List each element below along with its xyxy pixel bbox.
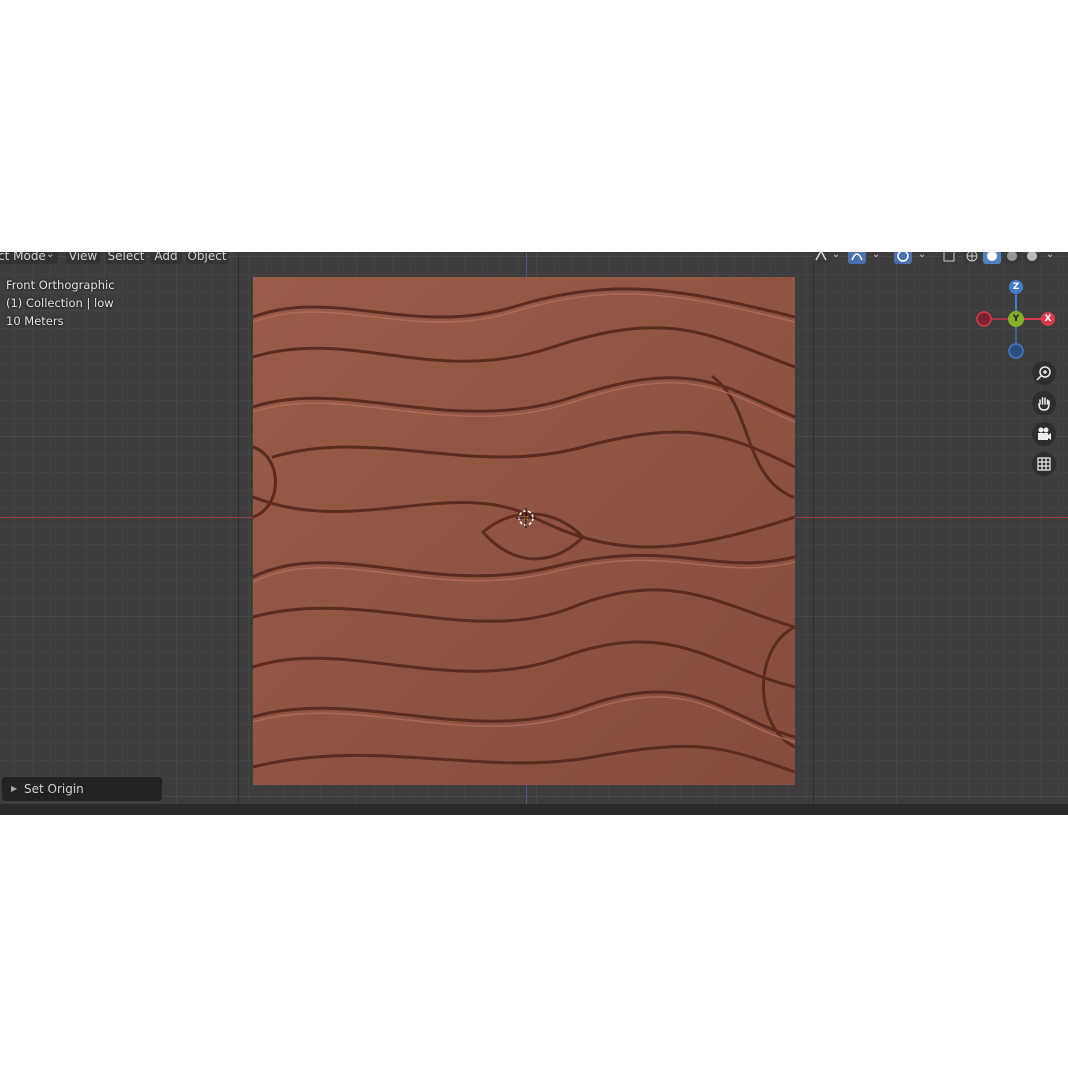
viewport-border-right — [813, 252, 814, 803]
snap-button[interactable] — [848, 252, 866, 264]
solid-sphere-icon — [987, 252, 997, 261]
menu-add[interactable]: Add — [150, 252, 182, 264]
transform-pivot-button[interactable] — [812, 252, 830, 264]
overlays-button[interactable] — [894, 252, 912, 264]
pan-button[interactable] — [1032, 391, 1056, 415]
pivot-icon — [815, 252, 827, 261]
camera-icon — [1038, 427, 1051, 440]
viewport-border-left — [238, 252, 239, 803]
menu-view[interactable]: View — [66, 252, 100, 264]
material-sphere-icon — [1007, 252, 1017, 261]
3d-viewport[interactable]: ct Mode ⌄ View Select Add Object ⌄ ⌄ ⌄ ⌄… — [0, 252, 1068, 815]
gizmo-axis-z[interactable]: Z — [1009, 280, 1023, 294]
wood-relief-texture — [253, 277, 795, 785]
chevron-down-icon: ⌄ — [46, 252, 55, 260]
zoom-button[interactable] — [1032, 361, 1056, 385]
menu-select-label: Select — [107, 252, 145, 263]
gizmo-axis-y[interactable]: Y — [1008, 311, 1024, 327]
camera-view-button[interactable] — [1032, 422, 1056, 446]
xray-button[interactable] — [940, 252, 958, 264]
grid-scale: 10 Meters — [6, 314, 64, 328]
texture-plane-object[interactable] — [253, 277, 795, 785]
rendered-sphere-icon — [1027, 252, 1037, 261]
last-operation-label: Set Origin — [24, 782, 84, 796]
rendered-shading-button[interactable] — [1023, 252, 1041, 264]
material-shading-button[interactable] — [1003, 252, 1021, 264]
menu-object[interactable]: Object — [186, 252, 228, 264]
menu-add-label: Add — [154, 252, 178, 263]
chevron-down-icon: ⌄ — [832, 252, 841, 260]
wireframe-sphere-icon — [966, 252, 978, 262]
gizmo-axis-x[interactable]: X — [1041, 312, 1055, 326]
zoom-icon — [1036, 366, 1051, 381]
snap-icon — [851, 253, 863, 261]
menu-select[interactable]: Select — [106, 252, 146, 264]
viewport-header: ct Mode ⌄ View Select Add Object ⌄ ⌄ ⌄ ⌄ — [0, 252, 1068, 264]
solid-shading-button[interactable] — [983, 252, 1001, 264]
grid-icon — [1037, 457, 1051, 471]
expand-triangle-icon: ▶ — [11, 784, 18, 793]
view-name: Front Orthographic — [6, 278, 115, 292]
menu-view-label: View — [68, 252, 98, 263]
hand-pan-icon — [1038, 397, 1050, 411]
xray-icon — [943, 252, 955, 262]
last-operation-panel[interactable]: ▶ Set Origin — [2, 777, 162, 801]
ortho-toggle-button[interactable] — [1032, 452, 1056, 476]
status-bar — [0, 804, 1068, 815]
chevron-down-icon: ⌄ — [1046, 252, 1055, 260]
3d-cursor-icon[interactable] — [516, 508, 536, 528]
chevron-down-icon: ⌄ — [872, 252, 881, 260]
collection-info: (1) Collection | low — [6, 296, 114, 310]
wireframe-shading-button[interactable] — [963, 252, 981, 264]
menu-object-label: Object — [187, 252, 227, 263]
mode-label: ct Mode — [0, 252, 46, 263]
navigation-gizmo[interactable]: Z Y X — [970, 276, 1060, 366]
chevron-down-icon: ⌄ — [918, 252, 927, 260]
overlays-icon — [897, 252, 909, 262]
